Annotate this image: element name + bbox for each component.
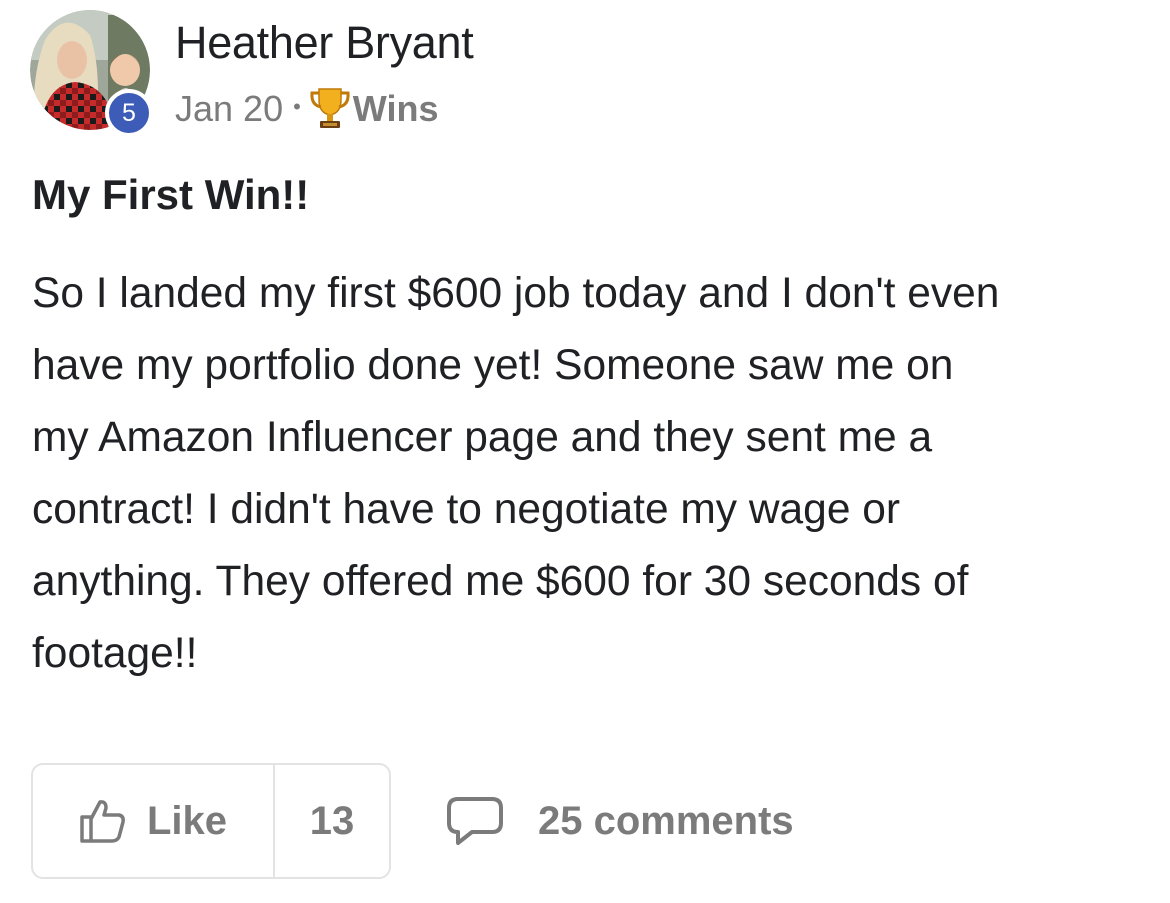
like-count[interactable]: 13 xyxy=(275,765,389,877)
trophy-icon xyxy=(310,88,350,128)
meta-separator: • xyxy=(293,94,301,119)
post-body-line: anything. They offered me $600 for 30 se… xyxy=(32,558,969,605)
like-button[interactable]: Like xyxy=(33,765,275,877)
post-meta: Jan 20 • Wins xyxy=(175,84,438,134)
post-body-line: have my portfolio done yet! Someone saw … xyxy=(32,342,954,389)
post-body-line: So I landed my first $600 job today and … xyxy=(32,270,1000,317)
comments-link[interactable]: 25 comments xyxy=(446,763,794,879)
author-avatar-container[interactable]: 5 xyxy=(30,10,153,137)
like-label: Like xyxy=(146,798,228,843)
comment-bubble-icon xyxy=(447,797,503,845)
post-body-line: footage!! xyxy=(32,630,198,677)
post-date[interactable]: Jan 20 xyxy=(175,88,283,130)
thumbs-up-icon xyxy=(80,800,125,843)
post-body-line: contract! I didn't have to negotiate my … xyxy=(32,486,901,533)
author-name[interactable]: Heather Bryant xyxy=(175,17,474,69)
post-category[interactable]: Wins xyxy=(353,88,439,130)
post-body-line: my Amazon Influencer page and they sent … xyxy=(32,414,933,461)
level-badge: 5 xyxy=(105,89,153,137)
comments-label: 25 comments xyxy=(538,798,794,843)
post-body: So I landed my first $600 job today and … xyxy=(32,258,1142,690)
post-title: My First Win!! xyxy=(32,171,310,218)
like-group: Like 13 xyxy=(31,763,391,879)
